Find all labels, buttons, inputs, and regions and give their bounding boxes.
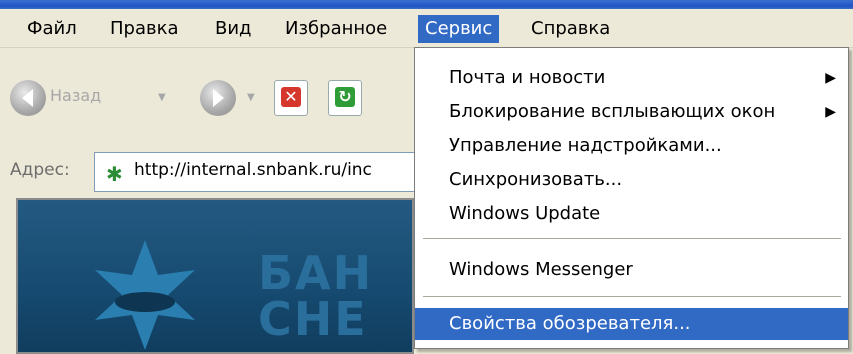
bank-name-line2: СНЕ xyxy=(258,292,368,346)
menu-item-synchronize[interactable]: Синхронизовать... xyxy=(415,164,848,196)
forward-button[interactable] xyxy=(200,80,236,116)
submenu-arrow-icon: ▶ xyxy=(825,104,836,120)
refresh-icon: ↻ xyxy=(335,87,355,107)
stop-button[interactable]: ✕ xyxy=(274,80,308,116)
bank-logo-icon xyxy=(95,240,195,350)
tools-dropdown-menu: Почта и новости ▶ Блокирование всплывающ… xyxy=(414,47,849,349)
address-label: Адрес: xyxy=(10,160,70,180)
menu-item-label: Windows Messenger xyxy=(449,259,633,280)
menu-separator xyxy=(423,296,841,297)
forward-arrow-icon xyxy=(213,89,224,107)
menu-item-windows-update[interactable]: Windows Update xyxy=(415,198,848,230)
menu-help[interactable]: Справка xyxy=(524,15,617,43)
address-url[interactable]: http://internal.snbank.ru/inc xyxy=(134,160,372,180)
menu-item-label: Свойства обозревателя... xyxy=(449,313,691,334)
menu-view[interactable]: Вид xyxy=(208,15,259,43)
menu-item-label: Почта и новости xyxy=(449,67,606,88)
menu-item-label: Синхронизовать... xyxy=(449,169,623,190)
refresh-button[interactable]: ↻ xyxy=(328,80,362,116)
menu-bar: Файл Правка Вид Избранное Сервис Справка xyxy=(0,9,853,48)
back-label: Назад xyxy=(50,86,102,105)
menu-file[interactable]: Файл xyxy=(20,15,84,43)
back-arrow-icon xyxy=(22,89,33,107)
back-dropdown-icon[interactable]: ▼ xyxy=(158,92,166,103)
menu-favorites[interactable]: Избранное xyxy=(278,15,394,43)
menu-item-label: Windows Update xyxy=(449,203,601,224)
menu-item-windows-messenger[interactable]: Windows Messenger xyxy=(415,254,848,286)
menu-item-label: Блокирование всплывающих окон xyxy=(449,101,776,122)
forward-dropdown-icon[interactable]: ▼ xyxy=(247,92,255,103)
submenu-arrow-icon: ▶ xyxy=(825,70,836,86)
menu-item-mail-news[interactable]: Почта и новости ▶ xyxy=(415,62,848,94)
page-favicon-icon: ✱ xyxy=(106,162,123,186)
menu-item-popup-blocker[interactable]: Блокирование всплывающих окон ▶ xyxy=(415,96,848,128)
window-title-bar xyxy=(0,0,853,9)
menu-separator xyxy=(423,238,841,239)
stop-icon: ✕ xyxy=(281,87,301,107)
menu-item-manage-addons[interactable]: Управление надстройками... xyxy=(415,130,848,162)
menu-edit[interactable]: Правка xyxy=(103,15,186,43)
menu-tools[interactable]: Сервис xyxy=(418,15,500,43)
back-button[interactable] xyxy=(10,80,46,116)
menu-item-label: Управление надстройками... xyxy=(449,135,722,156)
menu-item-internet-options[interactable]: Свойства обозревателя... xyxy=(415,308,848,340)
